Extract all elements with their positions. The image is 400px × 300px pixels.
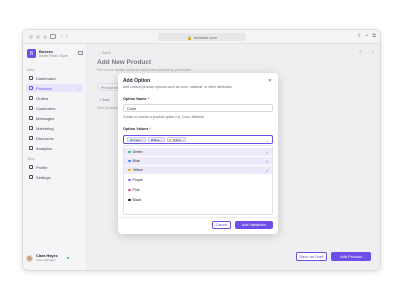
avatar — [26, 254, 33, 262]
brand-subtitle: Dealer Panel / Store — [39, 54, 68, 58]
user-card[interactable]: Clara Hayes Store Manager — [26, 251, 83, 265]
tag-icon — [29, 136, 33, 140]
option-values-dropdown: Green ✓ Blue ✓ Yellow ✓ Purple Pink Black — [123, 145, 273, 215]
section-label-menu: Menu — [27, 68, 35, 72]
collapse-sidebar-icon[interactable] — [78, 51, 83, 55]
cancel-button[interactable]: Cancel — [212, 221, 231, 229]
option-name-label: Option Name * — [123, 97, 150, 101]
value-tag: Blue × — [148, 137, 165, 142]
color-dot — [128, 188, 131, 192]
sidebar-item-dashboard[interactable]: Dashboard — [26, 74, 83, 82]
add-variations-button[interactable]: Add Variations — [235, 221, 273, 229]
sidebar-item-products[interactable]: Products ⌄ — [26, 84, 83, 92]
chevron-down-icon: ⌄ — [76, 85, 80, 91]
box-icon — [29, 86, 33, 90]
new-tab-icon[interactable]: + — [366, 33, 369, 39]
chat-icon — [29, 116, 33, 120]
users-icon — [29, 106, 33, 110]
remove-tag-icon[interactable]: × — [161, 138, 163, 142]
modal-description: Add custom product options such as color… — [123, 85, 233, 89]
color-dot — [128, 178, 131, 182]
dropdown-option-yellow[interactable]: Yellow ✓ — [124, 166, 272, 174]
check-icon: ✓ — [265, 158, 269, 164]
sidebar-item-label: Products — [36, 85, 52, 91]
sidebar-item-messages[interactable]: Messages — [26, 114, 83, 122]
dropdown-option-green[interactable]: Green ✓ — [124, 148, 272, 156]
modal-divider — [118, 217, 278, 218]
remove-tag-icon[interactable]: × — [142, 138, 144, 142]
sidebar-item-analytics[interactable]: Analytics — [26, 144, 83, 152]
sidebar-item-settings[interactable]: Settings — [26, 173, 83, 181]
brand-logo[interactable]: B — [27, 49, 36, 58]
add-option-modal: Add Option ✕ Add custom product options … — [118, 73, 278, 234]
browser-sidebar-icon[interactable] — [50, 34, 56, 39]
user-role: Store Manager — [36, 258, 56, 262]
sidebar-item-label: Customers — [36, 105, 56, 111]
add-product-button[interactable]: Add Product — [331, 252, 371, 261]
value-tag: Green × — [127, 137, 147, 142]
dropdown-option-black[interactable]: Black — [124, 196, 272, 204]
sidebar-item-customers[interactable]: Customers — [26, 104, 83, 112]
share-icon[interactable]: ⇪ — [357, 33, 361, 39]
check-icon: ✓ — [265, 149, 269, 155]
sidebar-item-profile[interactable]: Profile — [26, 163, 83, 171]
option-values-label: Option Values * — [123, 127, 151, 131]
save-draft-button[interactable]: Save as Draft — [296, 252, 327, 261]
online-status-dot — [66, 256, 70, 260]
color-dot — [150, 138, 153, 141]
sidebar-item-label: Discounts — [36, 135, 54, 141]
address-bar[interactable]: 🔒 dotdash.com — [158, 33, 246, 41]
sidebar-item-orders[interactable]: Orders — [26, 94, 83, 102]
chevron-down-icon[interactable]: ⌄ — [266, 138, 269, 143]
sidebar-item-label: Profile — [36, 164, 48, 170]
cart-icon — [29, 96, 33, 100]
value-tag: Yellow × — [166, 137, 187, 142]
color-dot — [128, 168, 131, 172]
megaphone-icon — [29, 126, 33, 130]
dropdown-option-pink[interactable]: Pink — [124, 186, 272, 194]
sidebar-item-discounts[interactable]: Discounts — [26, 134, 83, 142]
browser-chrome: ‹ › 🔒 dotdash.com ⇪ + ⧉ — [23, 30, 380, 44]
option-values-input[interactable]: Green × Blue × Yellow × ⌄ — [123, 135, 273, 144]
sidebar-item-label: Settings — [36, 174, 51, 180]
color-dot — [169, 138, 172, 141]
option-name-input[interactable]: Color — [123, 104, 273, 112]
dropdown-option-blue[interactable]: Blue ✓ — [124, 157, 272, 165]
chart-icon — [29, 146, 33, 150]
browser-actions: ⇪ + ⧉ — [357, 33, 376, 39]
check-icon: ✓ — [265, 167, 269, 173]
option-name-help: Create or choose a product option e.g. C… — [123, 115, 205, 119]
lock-icon: 🔒 — [187, 34, 193, 40]
sidebar-item-marketing[interactable]: Marketing — [26, 124, 83, 132]
user-info: Clara Hayes Store Manager — [36, 254, 58, 262]
section-label-other: Other — [27, 157, 35, 161]
dashboard-icon — [29, 76, 33, 80]
modal-title: Add Option — [123, 78, 151, 84]
sidebar-item-label: Analytics — [36, 145, 53, 151]
color-dot — [129, 138, 132, 141]
gear-icon — [29, 175, 33, 179]
sidebar-item-label: Orders — [36, 95, 49, 101]
color-dot — [128, 150, 131, 154]
dropdown-option-purple[interactable]: Purple — [124, 176, 272, 184]
sidebar-item-label: Messages — [36, 115, 55, 121]
color-dot — [128, 159, 131, 163]
sidebar-item-label: Dashboard — [36, 75, 56, 81]
window-controls[interactable] — [29, 35, 47, 39]
sidebar: B Boxera Dealer Panel / Store Menu Dashb… — [23, 44, 87, 270]
close-icon[interactable]: ✕ — [268, 78, 272, 84]
sidebar-item-label: Marketing — [36, 125, 54, 131]
user-icon — [29, 165, 33, 169]
color-dot — [128, 198, 131, 202]
remove-tag-icon[interactable]: × — [182, 138, 184, 142]
browser-nav-arrows[interactable]: ‹ › — [61, 34, 69, 40]
address-text: dotdash.com — [194, 34, 217, 40]
tabs-icon[interactable]: ⧉ — [372, 33, 376, 39]
